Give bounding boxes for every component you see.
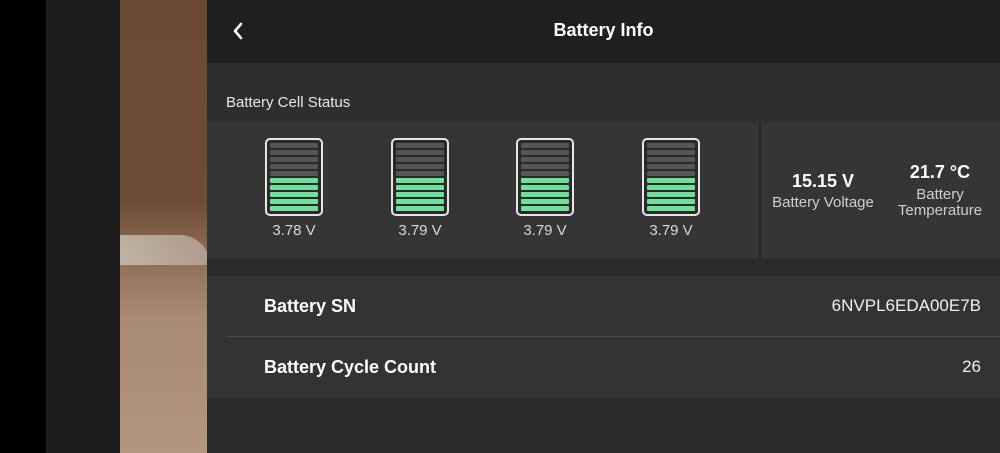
cell-segment-empty [270,157,318,162]
cell-segment-filled [521,178,569,183]
cell-status-area: 3.78 V 3.79 V 3.79 V 3.79 V [207,122,759,258]
cell-segment-filled [270,192,318,197]
battery-temperature-label-line2: Temperature [897,202,983,219]
cell-segment-empty [396,143,444,148]
cell-voltage-4: 3.79 V [649,222,693,239]
cell-segment-filled [647,192,695,197]
battery-cycle-count-value: 26 [962,357,981,376]
cell-segment-filled [270,185,318,190]
battery-voltage-value: 15.15 V [791,171,855,191]
battery-sn-value: 6NVPL6EDA00E7B [831,296,981,315]
cell-voltage-1: 3.78 V [272,222,316,239]
cell-segment-filled [396,178,444,183]
cell-segment-empty [521,157,569,162]
battery-cell-2 [391,138,449,216]
cell-voltage-3: 3.79 V [523,222,567,239]
cell-segment-empty [521,150,569,155]
page-title: Battery Info [553,20,654,40]
cell-segment-filled [396,206,444,211]
cell-segment-empty [270,150,318,155]
cell-segment-empty [521,143,569,148]
battery-cell-3 [516,138,574,216]
battery-temperature-value: 21.7 °C [909,162,971,182]
cell-segment-empty [647,150,695,155]
battery-temperature-label-line1: Battery [916,186,964,203]
cell-segment-empty [270,143,318,148]
battery-cycle-count-label: Battery Cycle Count [264,357,437,377]
cell-segment-filled [521,199,569,204]
section-separator [207,258,1000,276]
battery-stats-area: 15.15 V Battery Voltage 21.7 °C Battery … [761,122,1000,258]
cell-segment-filled [647,185,695,190]
battery-cycle-count-row: Battery Cycle Count 26 [226,337,1000,397]
cell-segment-filled [521,185,569,190]
cell-segment-filled [270,199,318,204]
camera-feed [120,0,210,453]
battery-voltage-label: Battery Voltage [772,194,874,211]
screen-edge [0,0,46,453]
cell-segment-empty [396,164,444,169]
cell-segment-filled [647,178,695,183]
cell-voltage-2: 3.79 V [398,222,442,239]
panel-bottom [207,398,1000,453]
cell-segment-empty [270,164,318,169]
cell-segment-empty [647,164,695,169]
cell-segment-empty [521,164,569,169]
cell-segment-empty [396,171,444,176]
battery-sn-row: Battery SN 6NVPL6EDA00E7B [226,276,1000,336]
cell-segment-filled [396,185,444,190]
cell-segment-empty [396,157,444,162]
cell-segment-empty [270,171,318,176]
cell-segment-empty [647,171,695,176]
cell-segment-filled [270,178,318,183]
cell-segment-empty [396,150,444,155]
cell-segment-filled [270,206,318,211]
header-bar: Battery Info [207,0,1000,63]
cell-status-label: Battery Cell Status [226,94,351,111]
battery-info-panel: Battery Info Battery Cell Status 3.78 V … [207,0,1000,453]
cell-segment-empty [647,143,695,148]
battery-sn-label: Battery SN [264,296,357,316]
cell-segment-filled [521,192,569,197]
cell-segment-filled [396,192,444,197]
cell-segment-empty [647,157,695,162]
cell-segment-filled [647,199,695,204]
battery-cell-1 [265,138,323,216]
cell-segment-filled [521,206,569,211]
cell-segment-filled [396,199,444,204]
cell-segment-filled [647,206,695,211]
battery-cell-4 [642,138,700,216]
camera-feed-border [46,0,120,453]
cell-segment-empty [521,171,569,176]
